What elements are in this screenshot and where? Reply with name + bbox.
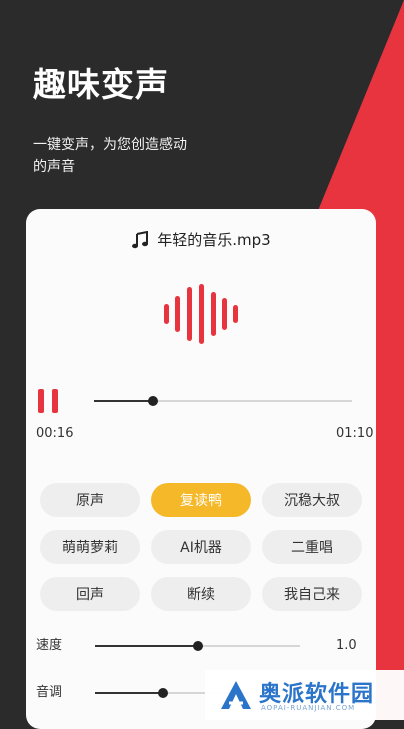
file-name: 年轻的音乐.mp3	[157, 231, 271, 249]
speed-control: 速度 1.0	[36, 636, 366, 656]
playback-progress-bar[interactable]	[94, 396, 352, 406]
effect-button[interactable]: 复读鸭	[151, 483, 251, 517]
effect-button[interactable]: 断续	[151, 577, 251, 611]
waveform-icon	[164, 284, 238, 344]
speed-value: 1.0	[336, 638, 357, 653]
pitch-slider-thumb[interactable]	[157, 688, 168, 698]
total-time: 01:10	[336, 426, 374, 441]
speed-slider-fill	[95, 645, 198, 647]
current-time: 00:16	[36, 426, 74, 441]
effect-button[interactable]: 原声	[40, 483, 140, 517]
effect-button[interactable]: 我自己来	[262, 577, 362, 611]
effect-button[interactable]: 沉稳大叔	[262, 483, 362, 517]
pause-button[interactable]	[38, 389, 60, 413]
playback-progress-fill	[94, 400, 154, 402]
page-subtitle: 一键变声，为您创造感动的声音	[33, 137, 187, 175]
aopai-logo-icon	[221, 681, 251, 709]
effect-button[interactable]: AI机器	[151, 530, 251, 564]
playback-progress-thumb[interactable]	[148, 396, 159, 406]
page-headline: 趣味变声	[33, 65, 169, 104]
effect-button[interactable]: 回声	[40, 577, 140, 611]
voice-changer-card: 年轻的音乐.mp3 00:16 01:10 原声 复读鸭 沉稳大叔 萌萌萝莉 A…	[26, 209, 376, 729]
speed-slider-thumb[interactable]	[192, 641, 203, 651]
speed-slider[interactable]	[95, 641, 300, 651]
pitch-slider-fill	[95, 692, 163, 694]
watermark: 奥派软件园 AOPAI-RUANJIAN.COM	[205, 670, 404, 720]
music-note-icon	[132, 230, 149, 248]
effect-button[interactable]: 二重唱	[262, 530, 362, 564]
speed-label: 速度	[36, 638, 63, 653]
effect-button[interactable]: 萌萌萝莉	[40, 530, 140, 564]
effect-grid: 原声 复读鸭 沉稳大叔 萌萌萝莉 AI机器 二重唱 回声 断续 我自己来	[40, 483, 362, 611]
watermark-subtext: AOPAI-RUANJIAN.COM	[261, 704, 356, 712]
pitch-label: 音调	[36, 685, 63, 700]
file-title-row: 年轻的音乐.mp3	[26, 229, 376, 250]
